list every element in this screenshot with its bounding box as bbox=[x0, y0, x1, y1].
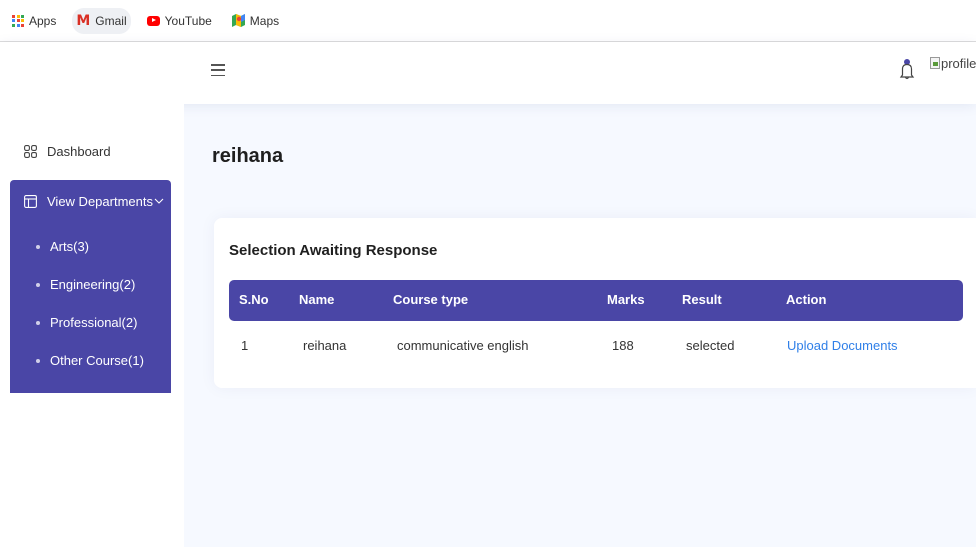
sidebar-item-dashboard[interactable]: Dashboard bbox=[24, 144, 111, 159]
gmail-icon: M bbox=[76, 12, 91, 29]
sidebar-subitem-label: Arts(3) bbox=[50, 239, 89, 254]
sidebar-item-view-departments[interactable]: View Departments bbox=[24, 194, 164, 209]
column-header-result: Result bbox=[682, 292, 722, 307]
bookmarks-bar: Apps M Gmail YouTube Maps bbox=[0, 0, 976, 42]
sidebar-subitem-other-course[interactable]: Other Course(1) bbox=[36, 353, 144, 368]
table-row: 1 reihana communicative english 188 sele… bbox=[229, 321, 963, 371]
profile-alt-text: profile bbox=[941, 56, 976, 71]
column-header-name: Name bbox=[299, 292, 335, 307]
sidebar-subitem-professional[interactable]: Professional(2) bbox=[36, 315, 137, 330]
column-header-marks: Marks bbox=[607, 292, 645, 307]
sidebar: Dashboard View Departments Arts(3) Engin… bbox=[0, 104, 184, 547]
bullet-icon bbox=[36, 358, 40, 363]
bullet-icon bbox=[36, 244, 40, 249]
bullet-icon bbox=[36, 320, 40, 325]
youtube-icon bbox=[146, 15, 160, 26]
broken-image-icon bbox=[930, 57, 940, 69]
top-header: profile bbox=[0, 42, 976, 104]
sidebar-subitem-engineering[interactable]: Engineering(2) bbox=[36, 277, 135, 292]
dashboard-grid-icon bbox=[24, 145, 37, 158]
bookmark-youtube[interactable]: YouTube bbox=[143, 8, 216, 34]
cell-sno: 1 bbox=[241, 338, 249, 353]
cell-marks: 188 bbox=[612, 338, 634, 353]
upload-documents-link[interactable]: Upload Documents bbox=[787, 338, 898, 353]
sidebar-subitem-label: Professional(2) bbox=[50, 315, 138, 330]
chevron-down-icon bbox=[154, 198, 164, 204]
cell-course-type: communicative english bbox=[397, 338, 529, 353]
departments-panel: View Departments Arts(3) Engineering(2) … bbox=[10, 180, 171, 393]
maps-icon bbox=[231, 14, 245, 27]
sidebar-item-label: View Departments bbox=[47, 194, 153, 209]
bookmark-label: YouTube bbox=[164, 13, 212, 28]
profile-image[interactable]: profile bbox=[930, 56, 976, 71]
bullet-icon bbox=[36, 282, 40, 287]
column-header-sno: S.No bbox=[239, 292, 269, 307]
bookmark-apps[interactable]: Apps bbox=[8, 8, 60, 34]
hamburger-icon[interactable] bbox=[211, 64, 225, 76]
bookmark-maps[interactable]: Maps bbox=[228, 8, 283, 34]
card-title: Selection Awaiting Response bbox=[229, 242, 438, 259]
cell-result: selected bbox=[686, 338, 735, 353]
bell-icon[interactable] bbox=[899, 58, 915, 80]
sidebar-subitem-arts[interactable]: Arts(3) bbox=[36, 239, 89, 254]
bookmark-label: Apps bbox=[29, 13, 57, 28]
column-header-course-type: Course type bbox=[393, 292, 469, 307]
selection-card: Selection Awaiting Response S.No Name Co… bbox=[214, 218, 976, 388]
cell-name: reihana bbox=[303, 338, 347, 353]
bookmark-gmail[interactable]: M Gmail bbox=[72, 7, 131, 34]
column-header-action: Action bbox=[786, 292, 827, 307]
apps-grid-icon bbox=[12, 14, 24, 27]
bookmark-label: Maps bbox=[249, 13, 280, 28]
bookmark-label: Gmail bbox=[95, 13, 127, 28]
page-title: reihana bbox=[212, 145, 284, 167]
sidebar-item-label: Dashboard bbox=[47, 144, 111, 159]
sidebar-subitem-label: Other Course(1) bbox=[50, 353, 144, 368]
table-header: S.No Name Course type Marks Result Actio… bbox=[229, 280, 963, 321]
sidebar-subitem-label: Engineering(2) bbox=[50, 277, 136, 292]
layout-icon bbox=[24, 195, 37, 208]
